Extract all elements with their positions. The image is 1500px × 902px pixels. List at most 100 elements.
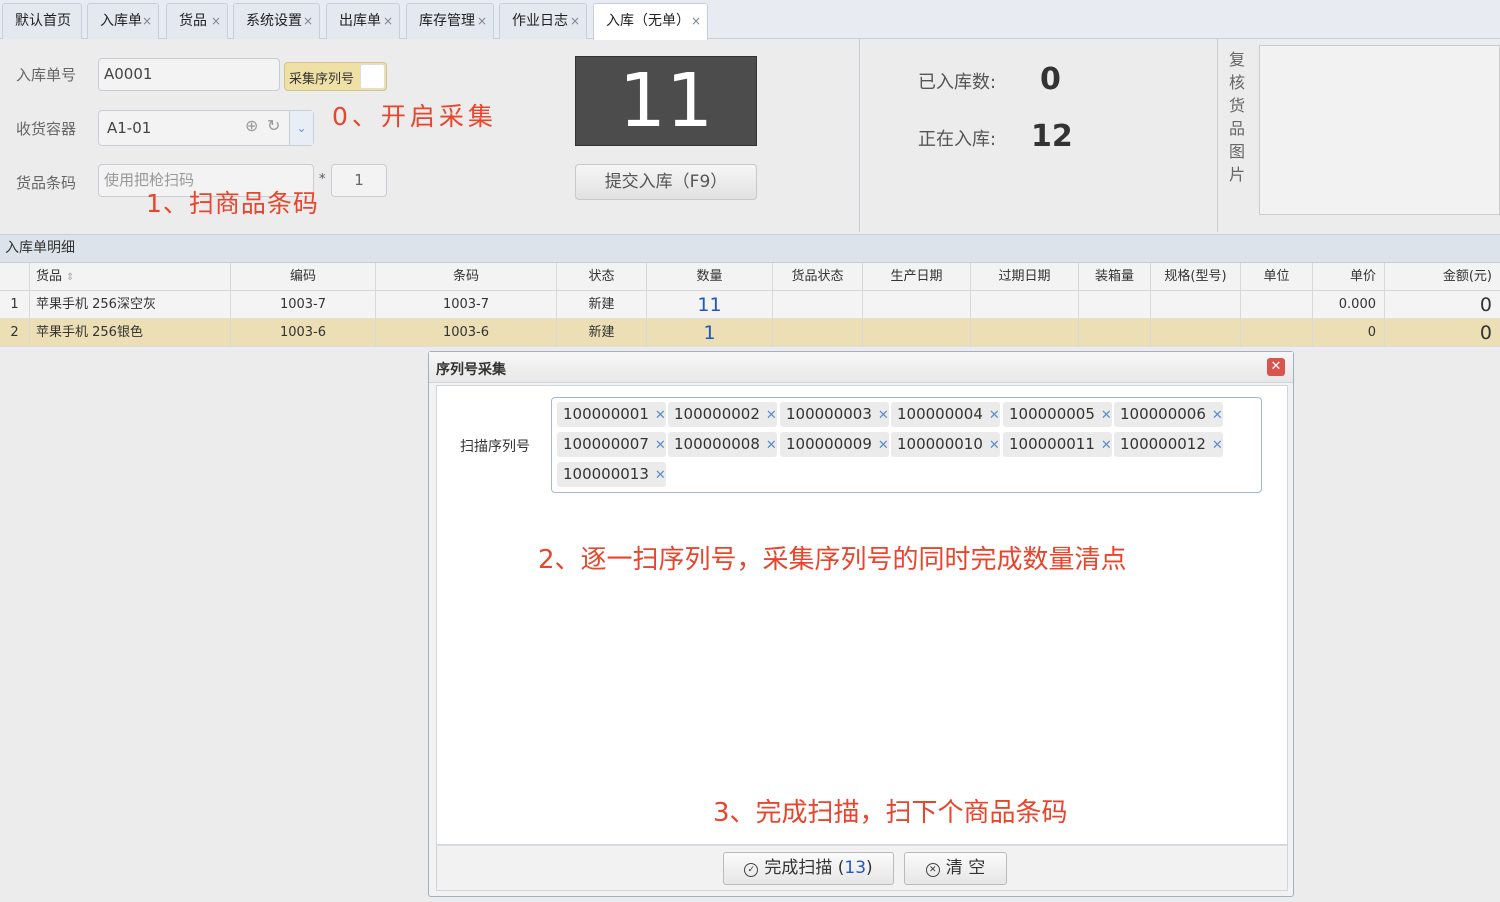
column-header-status[interactable]: 状态 bbox=[557, 263, 647, 291]
row-number: 2 bbox=[0, 319, 30, 347]
column-header-label: 货品 bbox=[36, 269, 63, 284]
remove-tag-icon[interactable]: ✕ bbox=[989, 408, 1000, 423]
multiply-sign: * bbox=[319, 172, 326, 187]
cell-unit bbox=[1241, 319, 1313, 347]
cell-production-date bbox=[863, 319, 971, 347]
serial-tag-label: 100000006 bbox=[1120, 405, 1206, 423]
close-icon[interactable]: × bbox=[303, 4, 313, 39]
column-header-unit-price[interactable]: 单价 bbox=[1313, 263, 1385, 291]
dialog-header[interactable]: 序列号采集 ✕ bbox=[429, 352, 1293, 383]
container-select[interactable]: A1-01 ⊕ ↻ ⌄ bbox=[98, 110, 314, 146]
cell-quantity-link[interactable]: 11 bbox=[647, 291, 773, 319]
dialog-footer: ✓ 完成扫描 (13) ✕ 清 空 bbox=[436, 845, 1288, 891]
clear-button[interactable]: ✕ 清 空 bbox=[904, 852, 1007, 885]
serial-tag: 100000010 ✕ bbox=[891, 432, 1000, 457]
table-row-selected[interactable]: 2 苹果手机 256银色 1003-6 1003-6 新建 1 0 0 bbox=[0, 319, 1500, 347]
clear-circle-icon: ✕ bbox=[925, 863, 940, 877]
divider bbox=[859, 39, 860, 232]
quantity-input[interactable]: 1 bbox=[331, 164, 387, 197]
tab-label: 库存管理 bbox=[419, 13, 475, 29]
cell-unit-price: 0.000 bbox=[1313, 291, 1385, 319]
serial-tag: 100000007 ✕ bbox=[557, 432, 666, 457]
remove-tag-icon[interactable]: ✕ bbox=[1101, 438, 1112, 453]
stored-count-label: 已入库数: bbox=[918, 72, 997, 93]
column-header-amount[interactable]: 金额(元) bbox=[1385, 263, 1500, 291]
finish-scan-label: 完成扫描 ( bbox=[764, 858, 845, 878]
close-icon[interactable]: ✕ bbox=[1267, 358, 1285, 376]
column-header-goods[interactable]: 货品 ⇕ bbox=[30, 263, 231, 291]
column-header-pack-qty[interactable]: 装箱量 bbox=[1079, 263, 1151, 291]
review-image-box bbox=[1259, 45, 1500, 215]
finish-scan-suffix: ) bbox=[866, 858, 873, 878]
remove-tag-icon[interactable]: ✕ bbox=[766, 408, 777, 423]
cell-goods: 苹果手机 256深空灰 bbox=[30, 291, 231, 319]
remove-tag-icon[interactable]: ✕ bbox=[989, 438, 1000, 453]
remove-tag-icon[interactable]: ✕ bbox=[766, 438, 777, 453]
column-header-unit[interactable]: 单位 bbox=[1241, 263, 1313, 291]
column-header-spec[interactable]: 规格(型号) bbox=[1151, 263, 1241, 291]
close-icon[interactable]: × bbox=[383, 4, 393, 39]
tab-system-settings[interactable]: 系统设置 × bbox=[233, 3, 320, 39]
review-image-label: 复核货品图片 bbox=[1229, 50, 1246, 184]
storing-count-label: 正在入库: bbox=[918, 129, 997, 150]
tab-home[interactable]: 默认首页 bbox=[2, 3, 82, 39]
cell-goods-status bbox=[773, 291, 863, 319]
column-header-barcode[interactable]: 条码 bbox=[376, 263, 557, 291]
column-header-expiry-date[interactable]: 过期日期 bbox=[971, 263, 1079, 291]
add-icon[interactable]: ⊕ bbox=[245, 109, 258, 143]
cell-spec bbox=[1151, 319, 1241, 347]
finish-scan-button[interactable]: ✓ 完成扫描 (13) bbox=[723, 852, 894, 885]
table-row[interactable]: 1 苹果手机 256深空灰 1003-7 1003-7 新建 11 0.000 … bbox=[0, 291, 1500, 319]
remove-tag-icon[interactable]: ✕ bbox=[878, 438, 889, 453]
cell-barcode: 1003-7 bbox=[376, 291, 557, 319]
remove-tag-icon[interactable]: ✕ bbox=[1101, 408, 1112, 423]
close-icon[interactable]: × bbox=[142, 4, 152, 39]
order-no-input[interactable]: A0001 bbox=[98, 58, 280, 91]
clear-label: 清 空 bbox=[945, 858, 986, 878]
serial-tag: 100000012 ✕ bbox=[1114, 432, 1223, 457]
serial-tag-input[interactable]: 100000001 ✕ 100000002 ✕ 100000003 ✕ 1000000… bbox=[551, 397, 1262, 493]
close-icon[interactable]: × bbox=[691, 4, 701, 39]
remove-tag-icon[interactable]: ✕ bbox=[655, 438, 666, 453]
divider bbox=[1217, 39, 1218, 232]
refresh-icon[interactable]: ↻ bbox=[267, 109, 280, 143]
cell-code: 1003-7 bbox=[231, 291, 376, 319]
serial-tag: 100000001 ✕ bbox=[557, 402, 666, 427]
close-icon[interactable]: × bbox=[211, 4, 221, 39]
remove-tag-icon[interactable]: ✕ bbox=[655, 468, 666, 483]
tab-goods[interactable]: 货品 × bbox=[166, 3, 228, 39]
tab-inbound-order[interactable]: 入库单 × bbox=[87, 3, 159, 39]
remove-tag-icon[interactable]: ✕ bbox=[878, 408, 889, 423]
cell-quantity-link[interactable]: 1 bbox=[647, 319, 773, 347]
serial-tag-label: 100000005 bbox=[1009, 405, 1095, 423]
cell-status: 新建 bbox=[557, 319, 647, 347]
tab-work-log[interactable]: 作业日志 × bbox=[499, 3, 587, 39]
column-header-goods-status[interactable]: 货品状态 bbox=[773, 263, 863, 291]
tab-label: 货品 bbox=[179, 13, 207, 29]
sort-icon[interactable]: ⇕ bbox=[66, 272, 74, 283]
remove-tag-icon[interactable]: ✕ bbox=[1212, 438, 1223, 453]
remove-tag-icon[interactable]: ✕ bbox=[655, 408, 666, 423]
storing-count-value: 12 bbox=[1031, 119, 1073, 154]
cell-goods: 苹果手机 256银色 bbox=[30, 319, 231, 347]
column-header-code[interactable]: 编码 bbox=[231, 263, 376, 291]
chevron-down-icon[interactable]: ⌄ bbox=[289, 111, 313, 145]
tab-label: 系统设置 bbox=[246, 13, 302, 29]
dialog-title: 序列号采集 bbox=[436, 362, 506, 378]
tab-label: 出库单 bbox=[339, 13, 381, 29]
column-header-production-date[interactable]: 生产日期 bbox=[863, 263, 971, 291]
close-icon[interactable]: × bbox=[570, 4, 580, 39]
serial-collect-toggle[interactable]: 采集序列号 bbox=[284, 62, 387, 91]
column-header-quantity[interactable]: 数量 bbox=[647, 263, 773, 291]
close-icon[interactable]: × bbox=[477, 4, 487, 39]
remove-tag-icon[interactable]: ✕ bbox=[1212, 408, 1223, 423]
tab-inventory[interactable]: 库存管理 × bbox=[406, 3, 494, 39]
tab-inbound-no-order[interactable]: 入库（无单） × bbox=[593, 3, 708, 40]
serial-tag: 100000011 ✕ bbox=[1003, 432, 1112, 457]
annotation-step1: 1、扫商品条码 bbox=[146, 189, 319, 218]
cell-amount: 0 bbox=[1479, 322, 1492, 344]
cell-expiry-date bbox=[971, 291, 1079, 319]
submit-inbound-button[interactable]: 提交入库（F9） bbox=[575, 164, 757, 200]
order-no-label: 入库单号 bbox=[16, 66, 77, 84]
tab-outbound-order[interactable]: 出库单 × bbox=[326, 3, 400, 39]
